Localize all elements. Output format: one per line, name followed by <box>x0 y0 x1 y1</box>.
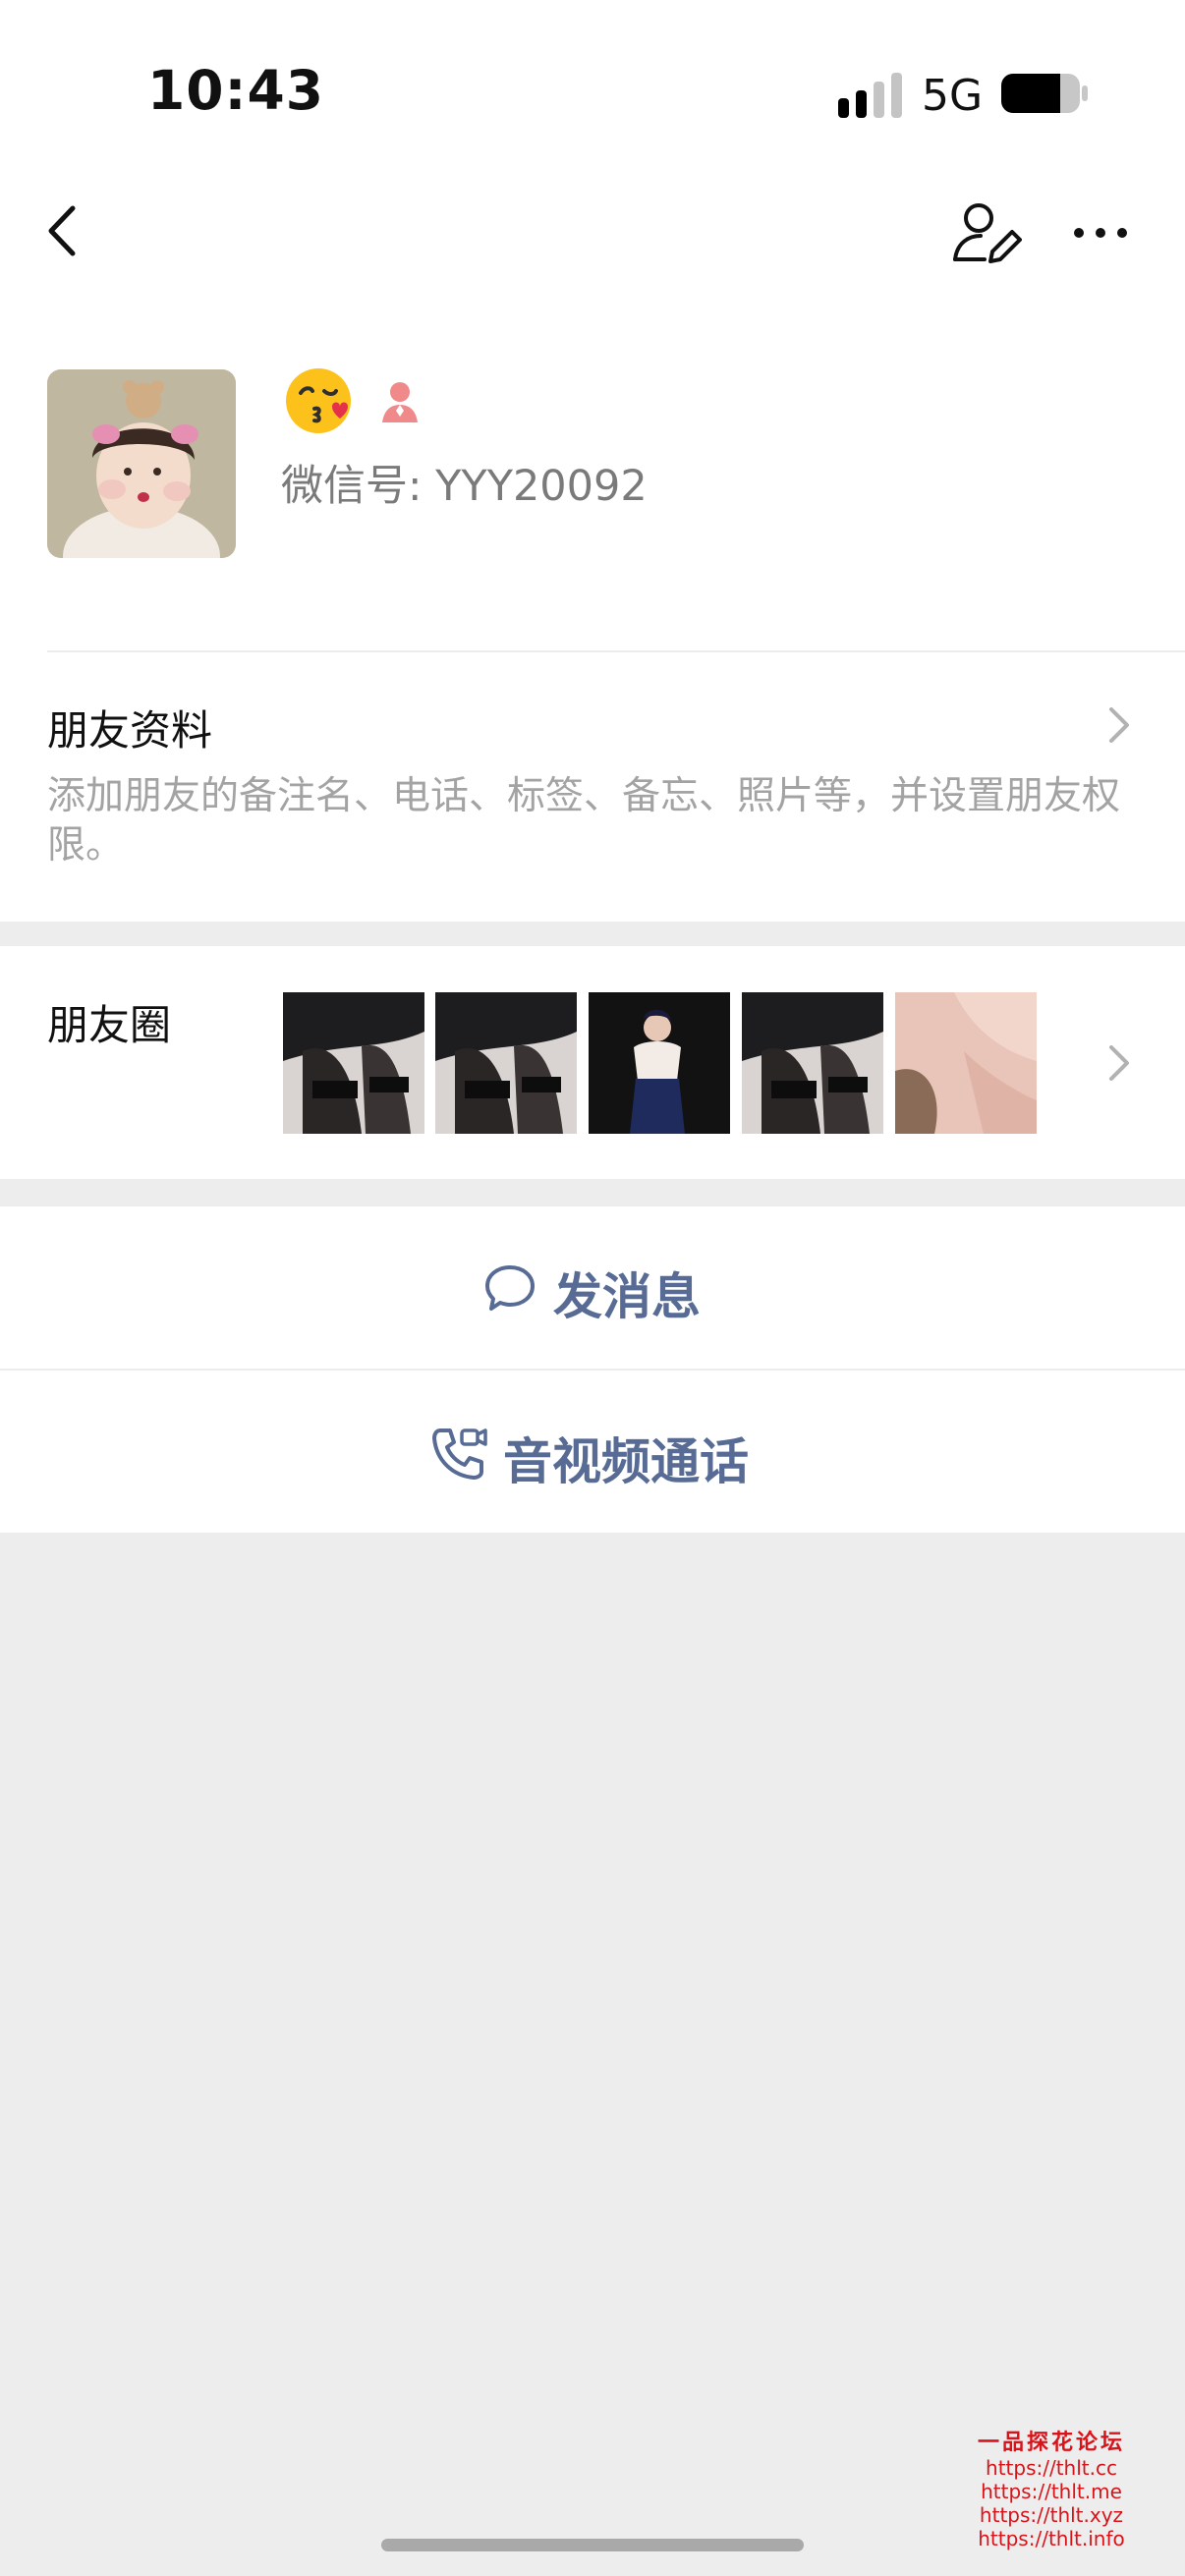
moment-thumbnail <box>435 992 577 1134</box>
avatar[interactable] <box>47 369 236 558</box>
video-call-label: 音视频通话 <box>503 1433 749 1490</box>
moments-title: 朋友圈 <box>47 1001 172 1049</box>
send-message-label: 发消息 <box>553 1268 701 1325</box>
network-type: 5G <box>922 71 984 121</box>
moment-thumbnail <box>895 992 1037 1134</box>
moment-thumbnail <box>283 992 424 1134</box>
phone-video-icon <box>432 1428 487 1480</box>
friend-profile-title: 朋友资料 <box>47 706 213 755</box>
battery-icon <box>1001 74 1088 113</box>
watermark-link: https://thlt.xyz <box>979 2503 1124 2527</box>
back-icon[interactable] <box>39 196 88 265</box>
watermark-link: https://thlt.me <box>981 2480 1122 2503</box>
home-indicator[interactable] <box>381 2539 804 2551</box>
more-icon[interactable] <box>1071 218 1130 248</box>
female-icon <box>382 382 418 422</box>
watermark: 一品探花论坛 https://thlt.cc https://thlt.me h… <box>968 2425 1135 2550</box>
watermark-link: https://thlt.info <box>978 2527 1125 2550</box>
friend-profile-description: 添加朋友的备注名、电话、标签、备忘、照片等，并设置朋友权限。 <box>47 774 1121 868</box>
moment-thumbnail <box>742 992 883 1134</box>
chevron-right-icon <box>1109 1045 1129 1081</box>
cellular-signal-icon <box>838 73 902 118</box>
status-time: 10:43 <box>147 59 325 122</box>
moment-thumbnail <box>589 992 730 1134</box>
wechat-id: 微信号: YYY20092 <box>281 462 648 511</box>
kissing-face-emoji-icon <box>286 368 351 433</box>
watermark-title: 一品探花论坛 <box>977 2430 1125 2455</box>
user-edit-icon[interactable] <box>951 198 1022 269</box>
chat-bubble-icon <box>485 1265 535 1311</box>
watermark-link: https://thlt.cc <box>986 2456 1117 2480</box>
chevron-right-icon <box>1109 707 1129 743</box>
